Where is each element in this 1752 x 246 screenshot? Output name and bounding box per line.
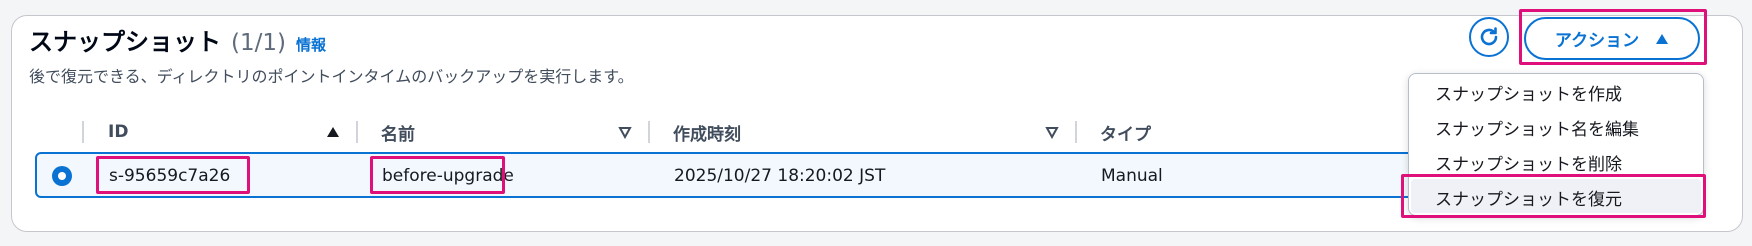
table-header: ID 名前 作成時刻 タイプ <box>60 115 1480 149</box>
refresh-icon <box>1480 27 1498 46</box>
item-count: (1/1) <box>231 30 286 56</box>
highlight-snapshot-name <box>370 156 505 194</box>
cell-snapshot-type: Manual <box>1101 166 1163 186</box>
row-radio-selected[interactable] <box>52 166 72 186</box>
menu-item-create-snapshot[interactable]: スナップショットを作成 <box>1435 80 1622 105</box>
column-header-type[interactable]: タイプ <box>1100 115 1151 149</box>
column-header-name[interactable]: 名前 <box>381 115 415 149</box>
info-link[interactable]: 情報 <box>296 34 326 55</box>
column-separator <box>1075 121 1077 143</box>
table-row[interactable]: s-95659c7a26 before-upgrade 2025/10/27 1… <box>35 152 1515 198</box>
page-title: スナップショット <box>29 28 221 56</box>
highlight-snapshot-id <box>96 156 250 194</box>
sort-ascending-icon[interactable] <box>326 125 340 139</box>
column-header-id[interactable]: ID <box>108 115 128 149</box>
sort-icon[interactable] <box>1045 125 1059 139</box>
column-separator <box>82 121 84 143</box>
refresh-button[interactable] <box>1469 17 1509 57</box>
header: スナップショット (1/1) 情報 <box>29 22 326 57</box>
menu-item-delete-snapshot[interactable]: スナップショットを削除 <box>1435 150 1622 175</box>
column-separator <box>648 121 650 143</box>
cell-created-time: 2025/10/27 18:20:02 JST <box>674 166 886 186</box>
column-header-created[interactable]: 作成時刻 <box>673 115 741 149</box>
highlight-actions-button <box>1519 9 1707 65</box>
sort-icon[interactable] <box>618 125 632 139</box>
menu-item-edit-snapshot-name[interactable]: スナップショット名を編集 <box>1435 115 1639 140</box>
column-separator <box>356 121 358 143</box>
highlight-restore-item <box>1401 174 1706 218</box>
page-description: 後で復元できる、ディレクトリのポイントインタイムのバックアップを実行します。 <box>29 67 634 86</box>
